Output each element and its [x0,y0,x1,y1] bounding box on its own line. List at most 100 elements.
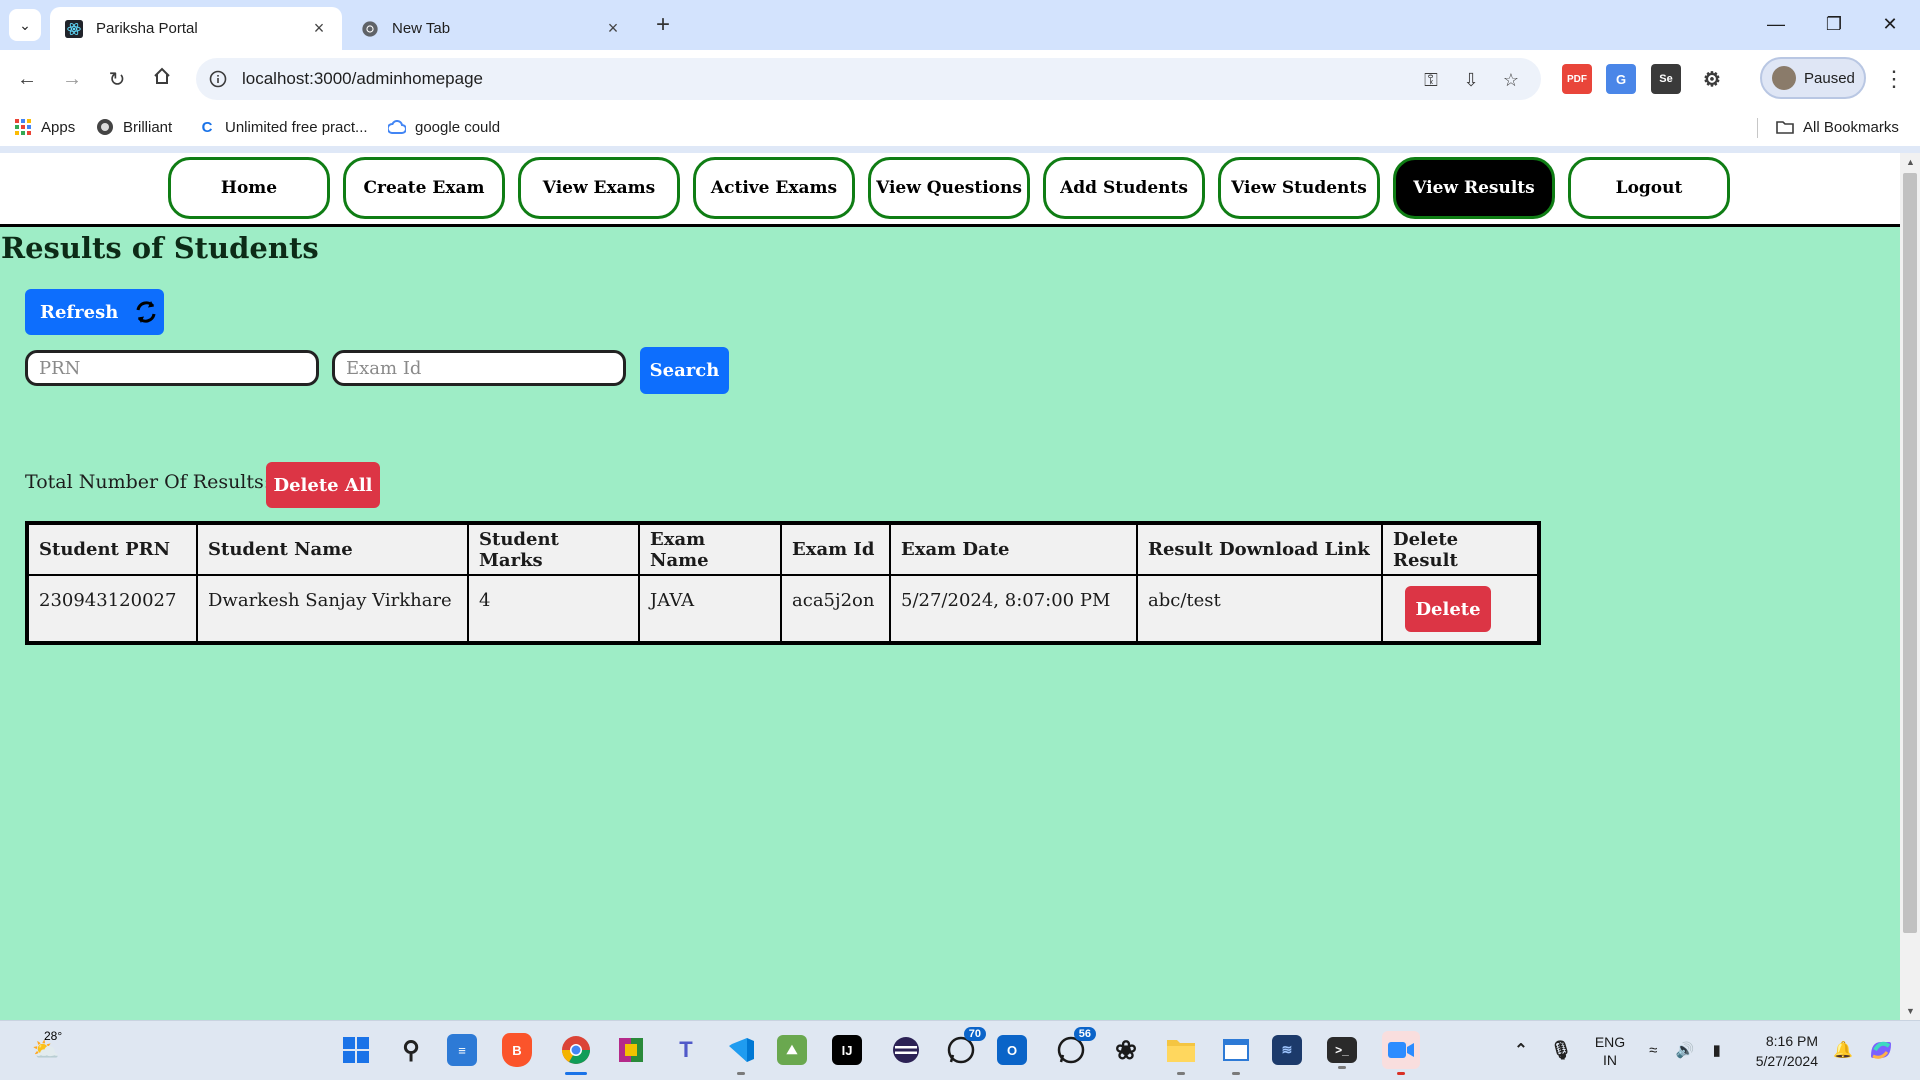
file-explorer-icon[interactable] [1162,1031,1200,1075]
microphone-icon[interactable]: 🎙 [1542,1031,1580,1069]
results-table: Student PRN Student Name Student Marks E… [25,521,1541,645]
bookmark-unlimited-practice[interactable]: C Unlimited free pract... [198,116,368,138]
weather-temp: 28° [44,1029,63,1043]
exam-id-input[interactable] [332,350,626,386]
terminal-app-icon[interactable]: >_ [1327,1037,1357,1069]
cell-marks: 4 [467,574,640,644]
forward-button[interactable]: → [55,62,89,96]
taskbar-search-icon[interactable]: ⚲ [392,1031,430,1069]
refresh-button[interactable]: Refresh [25,289,164,335]
close-tab-icon[interactable]: × [308,18,330,40]
google-cloud-icon [388,118,406,136]
notifications-bell-icon[interactable]: 🔔 [1824,1031,1862,1069]
eclipse-app-icon[interactable] [887,1031,925,1069]
show-hidden-icons-button[interactable]: ⌃ [1502,1031,1540,1069]
extensions-puzzle-icon[interactable]: ⚙ [1697,64,1727,94]
nav-add-students[interactable]: Add Students [1043,157,1205,219]
prn-input[interactable] [25,350,319,386]
home-button[interactable] [145,62,179,96]
tab-search-button[interactable]: ⌄ [9,9,41,41]
bookmark-label: Brilliant [123,118,173,136]
delete-result-button[interactable]: Delete [1405,586,1491,632]
minimize-button[interactable]: — [1752,8,1800,40]
bookmark-brilliant[interactable]: Brilliant [96,116,172,138]
address-bar[interactable]: localhost:3000/adminhomepage ⚿ ⇩ ☆ [196,58,1541,100]
notepad-app-icon[interactable]: ≡ [447,1034,477,1066]
site-info-icon[interactable] [206,67,230,91]
new-tab-button[interactable]: + [648,10,678,40]
back-button[interactable]: ← [10,62,44,96]
cell-exam-name: JAVA [638,574,782,644]
restore-button[interactable]: ❐ [1810,8,1858,40]
scroll-down-icon[interactable]: ▼ [1906,1006,1915,1016]
system-tray-quick-settings[interactable]: ≈ 🔊 ▮ [1640,1031,1730,1069]
cell-exam-date: 5/27/2024, 8:07:00 PM [889,574,1138,644]
install-app-icon[interactable]: ⇩ [1458,67,1484,93]
chatgpt-app-icon[interactable]: ❀ [1107,1031,1145,1069]
clock[interactable]: 8:16 PM 5/27/2024 [1742,1031,1818,1071]
nav-view-questions[interactable]: View Questions [868,157,1030,219]
whatsapp-app-icon[interactable]: 70 [942,1027,986,1069]
browser-menu-button[interactable]: ⋮ [1877,62,1911,96]
nav-logout[interactable]: Logout [1568,157,1730,219]
home-icon [152,66,172,92]
close-tab-icon[interactable]: × [602,18,624,40]
column-header: Exam Date [889,522,1138,576]
url-text: localhost:3000/adminhomepage [242,69,484,88]
vscode-app-icon[interactable] [722,1031,760,1075]
delete-all-button[interactable]: Delete All [266,462,380,508]
winrar-app-icon[interactable] [612,1031,650,1069]
scroll-up-icon[interactable]: ▲ [1906,157,1915,167]
scrollbar-thumb[interactable] [1903,173,1917,933]
close-window-button[interactable]: ✕ [1866,8,1914,40]
nav-active-exams[interactable]: Active Exams [693,157,855,219]
language-indicator[interactable]: ENG IN [1593,1033,1627,1069]
total-results-count: Total Number Of Results: 1 [25,471,289,493]
column-header: Exam Name [638,522,782,576]
all-bookmarks-button[interactable]: All Bookmarks [1776,116,1899,138]
tab-new-tab[interactable]: New Tab × [346,7,636,50]
running-app-indicator [1338,1066,1346,1069]
brave-browser-icon[interactable]: B [502,1033,532,1067]
plus-icon: + [655,11,670,38]
zoom-app-icon[interactable] [1382,1031,1420,1075]
password-key-icon[interactable]: ⚿ [1418,67,1444,93]
selenium-extension-icon[interactable]: Se [1651,64,1681,94]
cell-download-link[interactable]: abc/test [1136,574,1383,644]
column-header: Delete Result [1381,522,1540,576]
google-translate-icon[interactable]: G [1606,64,1636,94]
nav-home[interactable]: Home [168,157,330,219]
search-button[interactable]: Search [640,347,729,394]
pdf-extension-icon[interactable]: PDF [1562,64,1592,94]
tab-pariksha-portal[interactable]: Pariksha Portal × [50,7,342,50]
bookmark-google-cloud[interactable]: google could [388,116,500,138]
photos-app-icon[interactable]: ⛰ [777,1035,807,1065]
bookmark-star-icon[interactable]: ☆ [1498,67,1524,93]
nav-create-exam[interactable]: Create Exam [343,157,505,219]
outlook-app-icon[interactable]: O [997,1035,1027,1065]
copilot-icon[interactable] [1862,1031,1900,1069]
apps-grid-icon [14,118,32,136]
reload-button[interactable]: ↻ [100,62,134,96]
table-header-row: Student PRN Student Name Student Marks E… [26,522,1540,576]
page-scrollbar[interactable]: ▲ ▼ [1900,153,1920,1020]
more-vertical-icon: ⋮ [1883,66,1905,91]
cell-delete-action: Delete [1381,574,1540,644]
bookmark-apps[interactable]: Apps [14,116,75,138]
nav-view-exams[interactable]: View Exams [518,157,680,219]
teams-app-icon[interactable]: T [667,1031,705,1069]
bookmark-label: Unlimited free pract... [225,118,368,136]
nav-view-results[interactable]: View Results [1393,157,1555,219]
weather-widget[interactable]: ⛅ 28° [24,1029,68,1069]
intellij-app-icon[interactable]: IJ [832,1035,862,1065]
profile-button[interactable]: Paused [1760,57,1866,99]
whatsapp-beta-app-icon[interactable]: 56 [1052,1027,1096,1069]
bookmark-label: All Bookmarks [1803,118,1899,136]
start-button[interactable] [337,1031,375,1069]
mysql-workbench-icon[interactable]: ≋ [1272,1035,1302,1065]
nav-view-students[interactable]: View Students [1218,157,1380,219]
chrome-taskbar-icon[interactable] [557,1031,595,1075]
browser-toolbar: ← → ↻ localhost:3000/adminhomepage ⚿ ⇩ ☆… [0,50,1920,108]
window-app-icon[interactable] [1217,1031,1255,1075]
cell-prn: 230943120027 [26,574,198,644]
